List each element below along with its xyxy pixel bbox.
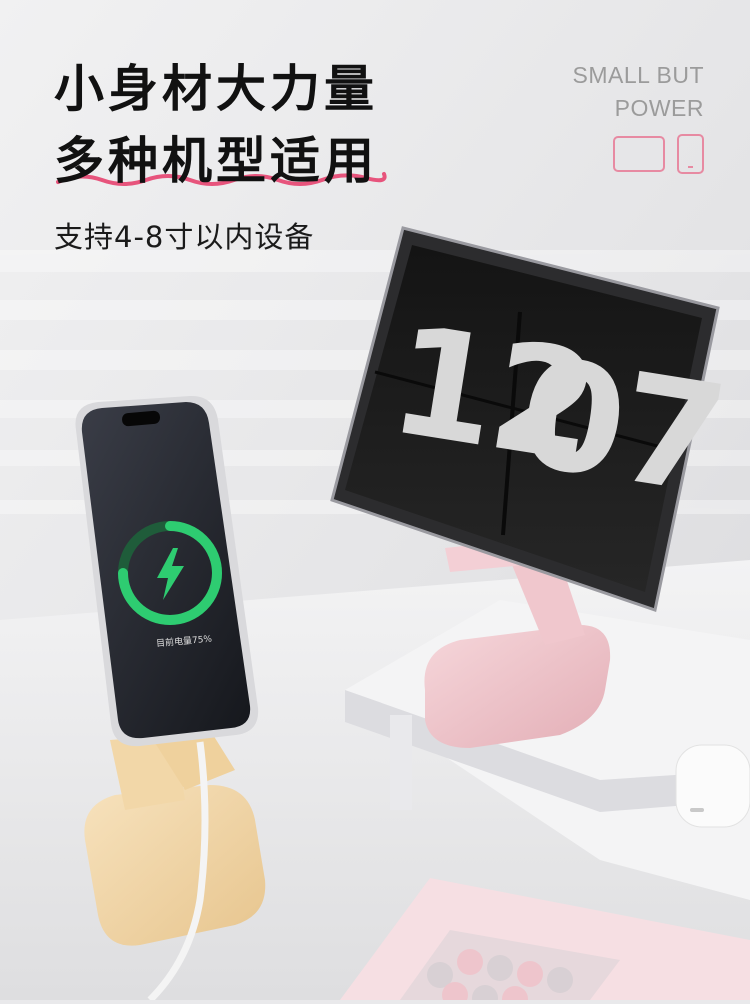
headline-line1: 小身材大力量 [54,60,378,118]
headline-line2: 多种机型适用 [54,132,378,190]
tagline-line2: POWER [614,95,704,121]
product-photo: 小身材大力量 多种机型适用 支持4-8寸以内设备 SMALL BUT POWER… [0,0,750,1004]
riser-leg [390,715,412,810]
earbuds-case [675,744,750,828]
subtitle: 支持4-8寸以内设备 [54,220,315,254]
clock-minutes: 07 [507,325,734,529]
tagline-line1: SMALL BUT [572,62,704,88]
